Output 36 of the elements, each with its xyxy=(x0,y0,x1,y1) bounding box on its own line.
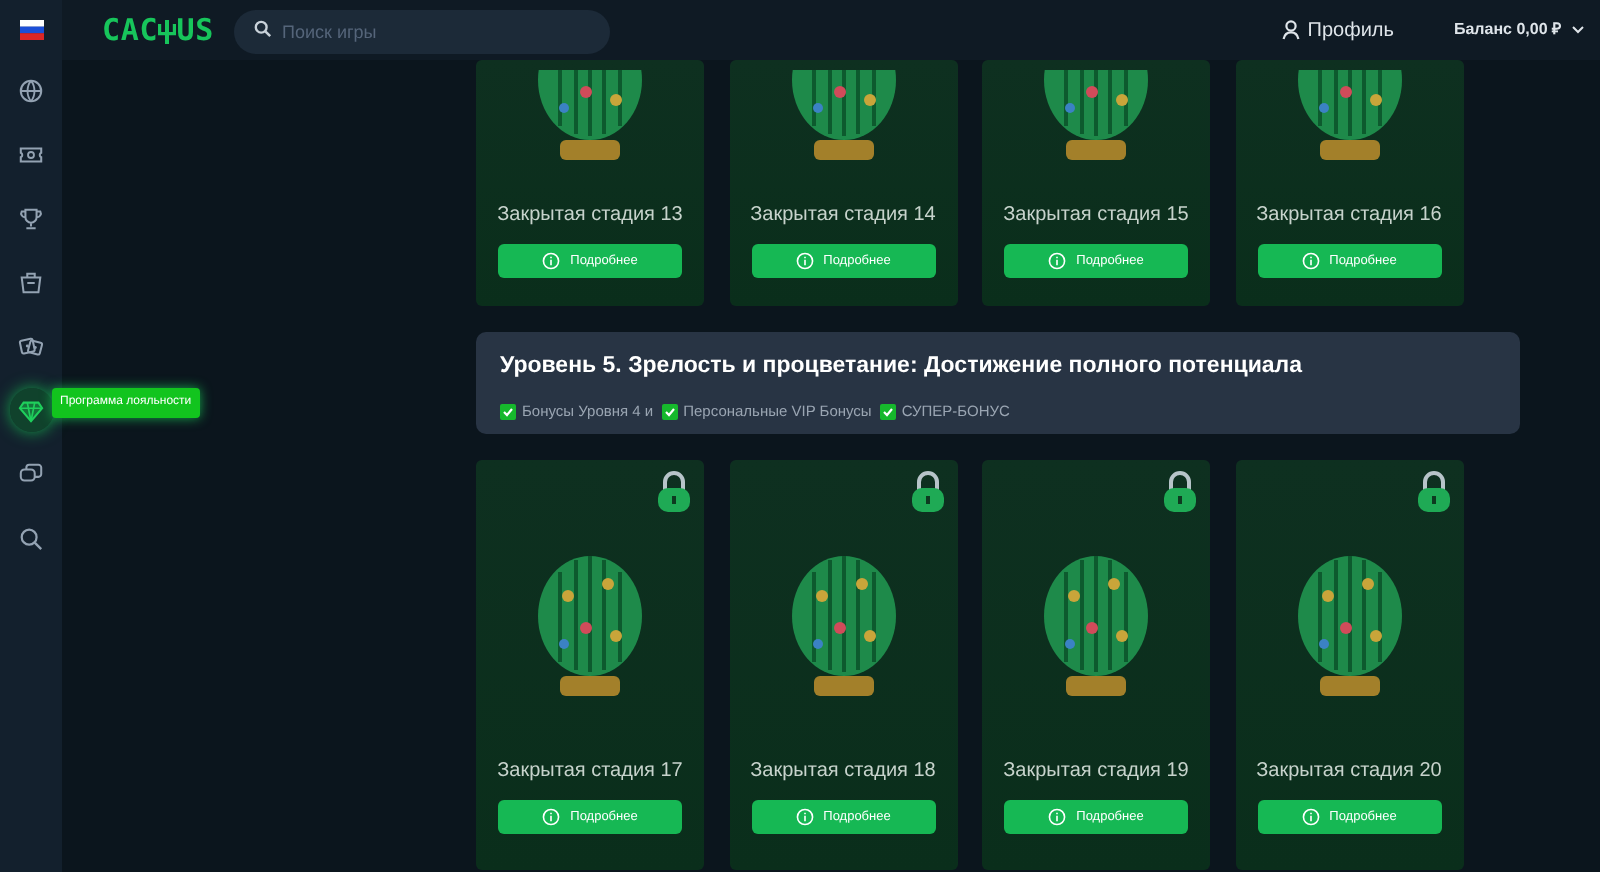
info-icon xyxy=(1048,252,1067,270)
gem-icon xyxy=(18,397,44,423)
stage-title: Закрытая стадия 14 xyxy=(750,202,936,230)
stage-title: Закрытая стадия 16 xyxy=(1256,202,1442,230)
info-icon xyxy=(542,252,561,270)
stage-title: Закрытая стадия 15 xyxy=(1003,202,1189,230)
search-field[interactable]: Поиск игры xyxy=(234,10,611,54)
search-icon xyxy=(18,525,44,551)
ticket-icon xyxy=(18,141,44,167)
dice-icon xyxy=(18,333,44,359)
user-icon xyxy=(1281,20,1300,40)
info-icon xyxy=(1301,808,1320,826)
chat-icon xyxy=(18,461,44,487)
sidebar-item[interactable] xyxy=(9,388,53,432)
stage-title: Закрытая стадия 17 xyxy=(497,758,683,786)
flag-icon xyxy=(19,20,43,40)
search-icon xyxy=(254,19,273,37)
stage-title: Закрытая стадия 19 xyxy=(1003,758,1189,786)
chevron-down-icon xyxy=(1572,26,1584,34)
trophy-icon xyxy=(18,205,44,231)
logo-text: US xyxy=(176,9,215,52)
logo-text: CAC xyxy=(102,9,159,52)
stage-title: Закрытая стадия 20 xyxy=(1256,758,1442,786)
info-icon xyxy=(795,808,814,826)
profile-link[interactable]: Профиль xyxy=(1307,15,1394,45)
globe-icon xyxy=(18,77,44,103)
stage-title: Закрытая стадия 18 xyxy=(750,758,936,786)
basket-icon xyxy=(18,269,44,295)
info-icon xyxy=(1048,808,1067,826)
info-icon xyxy=(795,252,814,270)
balance-text[interactable]: Баланс 0,00 ₽ xyxy=(1453,18,1562,42)
info-icon xyxy=(1301,252,1320,270)
level-title: Уровень 5. Зрелость и процветание: Достижение полного потенциала xyxy=(500,352,1304,382)
cactus-icon xyxy=(158,17,177,43)
stage-title: Закрытая стадия 13 xyxy=(497,202,683,230)
info-icon xyxy=(542,808,561,826)
